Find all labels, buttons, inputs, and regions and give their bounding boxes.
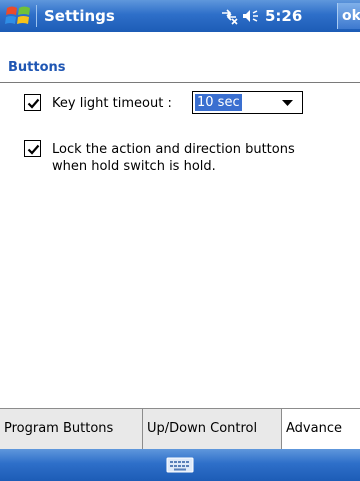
lock-buttons-label-line2: when hold switch is hold. <box>52 159 216 174</box>
keyboard-icon[interactable] <box>165 456 195 474</box>
checkmark-icon <box>27 98 40 109</box>
tab-advance[interactable]: Advance <box>282 409 360 449</box>
ok-button[interactable]: ok <box>337 3 360 29</box>
tab-program-buttons[interactable]: Program Buttons <box>0 409 143 449</box>
clock[interactable]: 5:26 <box>265 6 302 26</box>
windows-flag-icon[interactable] <box>4 3 32 29</box>
tab-strip: Program Buttons Up/Down Control Advance <box>0 409 360 449</box>
lock-buttons-label-line1: Lock the action and direction buttons <box>52 142 295 157</box>
checkmark-icon <box>27 144 40 155</box>
title-separator <box>36 5 37 27</box>
tab-up-down-control[interactable]: Up/Down Control <box>143 409 282 449</box>
window-title: Settings <box>44 7 115 25</box>
header-divider <box>0 82 360 83</box>
dropdown-selected-value: 10 sec <box>195 94 242 111</box>
key-light-timeout-dropdown[interactable]: 10 sec <box>192 91 303 114</box>
page-title: Buttons <box>8 60 66 75</box>
speaker-icon[interactable] <box>241 7 261 25</box>
title-bar: Settings 5:26 ok <box>0 0 360 32</box>
menu-bar <box>0 449 360 481</box>
lock-buttons-checkbox[interactable] <box>24 140 41 157</box>
connectivity-icon[interactable] <box>219 7 239 25</box>
key-light-label: Key light timeout : <box>52 96 172 111</box>
chevron-down-icon <box>282 100 293 106</box>
key-light-checkbox[interactable] <box>24 94 41 111</box>
